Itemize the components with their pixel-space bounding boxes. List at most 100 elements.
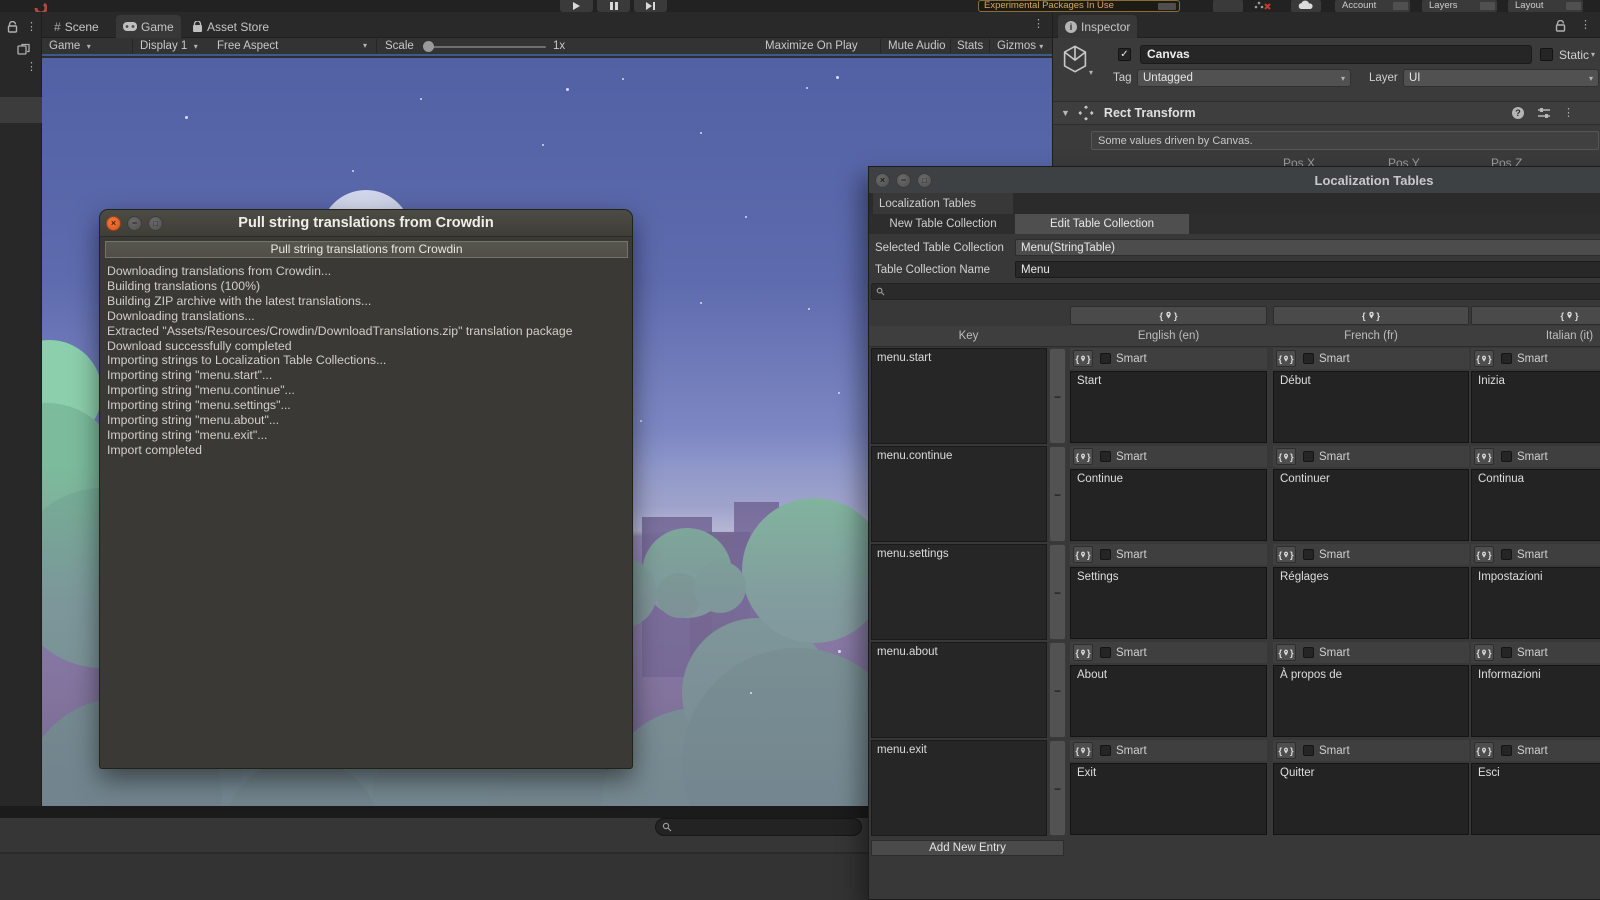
smart-checkbox[interactable] — [1501, 451, 1512, 462]
smart-checkbox[interactable] — [1501, 549, 1512, 560]
dialog-titlebar[interactable]: × − □ Pull string translations from Crow… — [100, 210, 632, 237]
popout-window-icon[interactable] — [17, 43, 30, 55]
french-column-header[interactable]: French (fr) — [1273, 326, 1469, 347]
translation-field[interactable]: Start — [1070, 371, 1267, 443]
translation-field[interactable]: Informazioni — [1471, 665, 1600, 737]
smart-checkbox[interactable] — [1303, 745, 1314, 756]
english-column-settings[interactable]: {} — [1070, 306, 1267, 325]
smart-checkbox[interactable] — [1303, 647, 1314, 658]
row-handle[interactable]: − — [1049, 348, 1066, 444]
metadata-icon-button[interactable]: {} — [1474, 742, 1494, 759]
static-dropdown-arrow[interactable]: ▾ — [1591, 50, 1595, 59]
metadata-icon-button[interactable]: {} — [1276, 644, 1296, 661]
icon-dropdown-arrow[interactable]: ▾ — [1089, 68, 1093, 77]
project-search-field[interactable] — [655, 818, 862, 836]
row-key-field[interactable]: menu.settings — [871, 544, 1047, 640]
translation-field[interactable]: Esci — [1471, 763, 1600, 835]
metadata-icon-button[interactable]: {} — [1276, 448, 1296, 465]
help-icon[interactable]: ? — [1512, 107, 1524, 119]
cloud-button[interactable] — [1291, 0, 1321, 12]
metadata-icon-button[interactable]: {} — [1276, 350, 1296, 367]
translation-field[interactable]: Inizia — [1471, 371, 1600, 443]
stats-toggle[interactable]: Stats — [957, 38, 983, 54]
selected-collection-field[interactable]: Menu(StringTable) — [1015, 239, 1600, 256]
smart-checkbox[interactable] — [1303, 353, 1314, 364]
experimental-packages-badge[interactable]: Experimental Packages In Use — [978, 0, 1180, 12]
translation-field[interactable]: À propos de — [1273, 665, 1469, 737]
tab-localization-tables[interactable]: Localization Tables — [873, 193, 1013, 214]
play-button[interactable] — [560, 0, 593, 12]
foldout-arrow-icon[interactable]: ▼ — [1061, 108, 1070, 118]
new-table-collection-tab[interactable]: New Table Collection — [873, 214, 1013, 234]
metadata-icon-button[interactable]: {} — [1474, 644, 1494, 661]
unlock-icon[interactable] — [7, 21, 18, 33]
step-button[interactable] — [634, 0, 667, 12]
metadata-icon-button[interactable]: {} — [1073, 742, 1093, 759]
loc-window-titlebar[interactable]: × − □ Localization Tables — [869, 167, 1600, 193]
metadata-icon-button[interactable]: {} — [1276, 546, 1296, 563]
collection-name-field[interactable]: Menu — [1015, 261, 1600, 278]
smart-checkbox[interactable] — [1100, 353, 1111, 364]
pause-button[interactable] — [597, 0, 630, 12]
table-search-field[interactable] — [871, 283, 1600, 300]
row-handle[interactable]: − — [1049, 544, 1066, 640]
smart-checkbox[interactable] — [1100, 745, 1111, 756]
game-panel-menu-icon[interactable]: ⋮ — [1033, 19, 1044, 30]
layer-dropdown[interactable]: UI ▾ — [1403, 69, 1599, 87]
presets-icon[interactable] — [1537, 107, 1551, 119]
english-column-header[interactable]: English (en) — [1070, 326, 1267, 347]
row-handle[interactable]: − — [1049, 740, 1066, 836]
translation-field[interactable]: Début — [1273, 371, 1469, 443]
active-checkbox[interactable]: ✓ — [1118, 48, 1131, 61]
edit-table-collection-tab[interactable]: Edit Table Collection — [1015, 214, 1189, 234]
undo-history-button[interactable] — [1213, 0, 1243, 12]
translation-field[interactable]: Continua — [1471, 469, 1600, 541]
smart-checkbox[interactable] — [1100, 647, 1111, 658]
translation-field[interactable]: Settings — [1070, 567, 1267, 639]
metadata-icon-button[interactable]: {} — [1073, 546, 1093, 563]
scale-slider-knob[interactable] — [423, 41, 434, 52]
tab-game[interactable]: Game — [116, 15, 181, 38]
layout-dropdown[interactable]: Layout — [1508, 0, 1583, 12]
translation-field[interactable]: Exit — [1070, 763, 1267, 835]
metadata-icon-button[interactable]: {} — [1474, 350, 1494, 367]
maximize-on-play-toggle[interactable]: Maximize On Play — [765, 38, 858, 54]
smart-checkbox[interactable] — [1100, 451, 1111, 462]
tab-asset-store[interactable]: Asset Store — [185, 15, 276, 38]
add-new-entry-button[interactable]: Add New Entry — [871, 840, 1064, 856]
scale-slider-track[interactable] — [430, 46, 546, 48]
tab-inspector[interactable]: i Inspector — [1058, 15, 1138, 38]
game-mode-dropdown[interactable]: Game ▾ — [49, 38, 91, 54]
collab-button[interactable] — [1253, 0, 1273, 12]
display-dropdown[interactable]: Display 1 ▾ — [140, 38, 198, 54]
metadata-icon-button[interactable]: {} — [1276, 742, 1296, 759]
smart-checkbox[interactable] — [1501, 745, 1512, 756]
row-key-field[interactable]: menu.exit — [871, 740, 1047, 836]
tag-dropdown[interactable]: Untagged ▾ — [1137, 69, 1351, 87]
row-key-field[interactable]: menu.start — [871, 348, 1047, 444]
row-handle[interactable]: − — [1049, 446, 1066, 542]
panel-menu-icon[interactable]: ⋮ — [26, 22, 37, 33]
metadata-icon-button[interactable]: {} — [1474, 448, 1494, 465]
inspector-lock-icon[interactable] — [1555, 20, 1566, 32]
key-column-header[interactable]: Key — [871, 326, 1066, 347]
remove-entry-button[interactable]: − — [1049, 684, 1066, 698]
metadata-icon-button[interactable]: {} — [1474, 546, 1494, 563]
metadata-icon-button[interactable]: {} — [1073, 644, 1093, 661]
panel-menu-icon-2[interactable]: ⋮ — [26, 62, 37, 73]
translation-field[interactable]: Continuer — [1273, 469, 1469, 541]
smart-checkbox[interactable] — [1303, 451, 1314, 462]
mute-audio-toggle[interactable]: Mute Audio — [888, 38, 946, 54]
italian-column-settings[interactable]: {} — [1471, 306, 1600, 325]
french-column-settings[interactable]: {} — [1273, 306, 1469, 325]
remove-entry-button[interactable]: − — [1049, 586, 1066, 600]
gizmos-dropdown[interactable]: Gizmos ▾ — [997, 38, 1043, 54]
metadata-icon-button[interactable]: {} — [1073, 448, 1093, 465]
tab-scene[interactable]: # Scene — [47, 15, 106, 38]
layers-dropdown[interactable]: Layers — [1422, 0, 1497, 12]
gameobject-name-field[interactable]: Canvas — [1140, 45, 1532, 64]
smart-checkbox[interactable] — [1303, 549, 1314, 560]
component-menu-icon[interactable]: ⋮ — [1563, 108, 1574, 119]
row-key-field[interactable]: menu.continue — [871, 446, 1047, 542]
pull-translations-button[interactable]: Pull string translations from Crowdin — [105, 241, 628, 258]
